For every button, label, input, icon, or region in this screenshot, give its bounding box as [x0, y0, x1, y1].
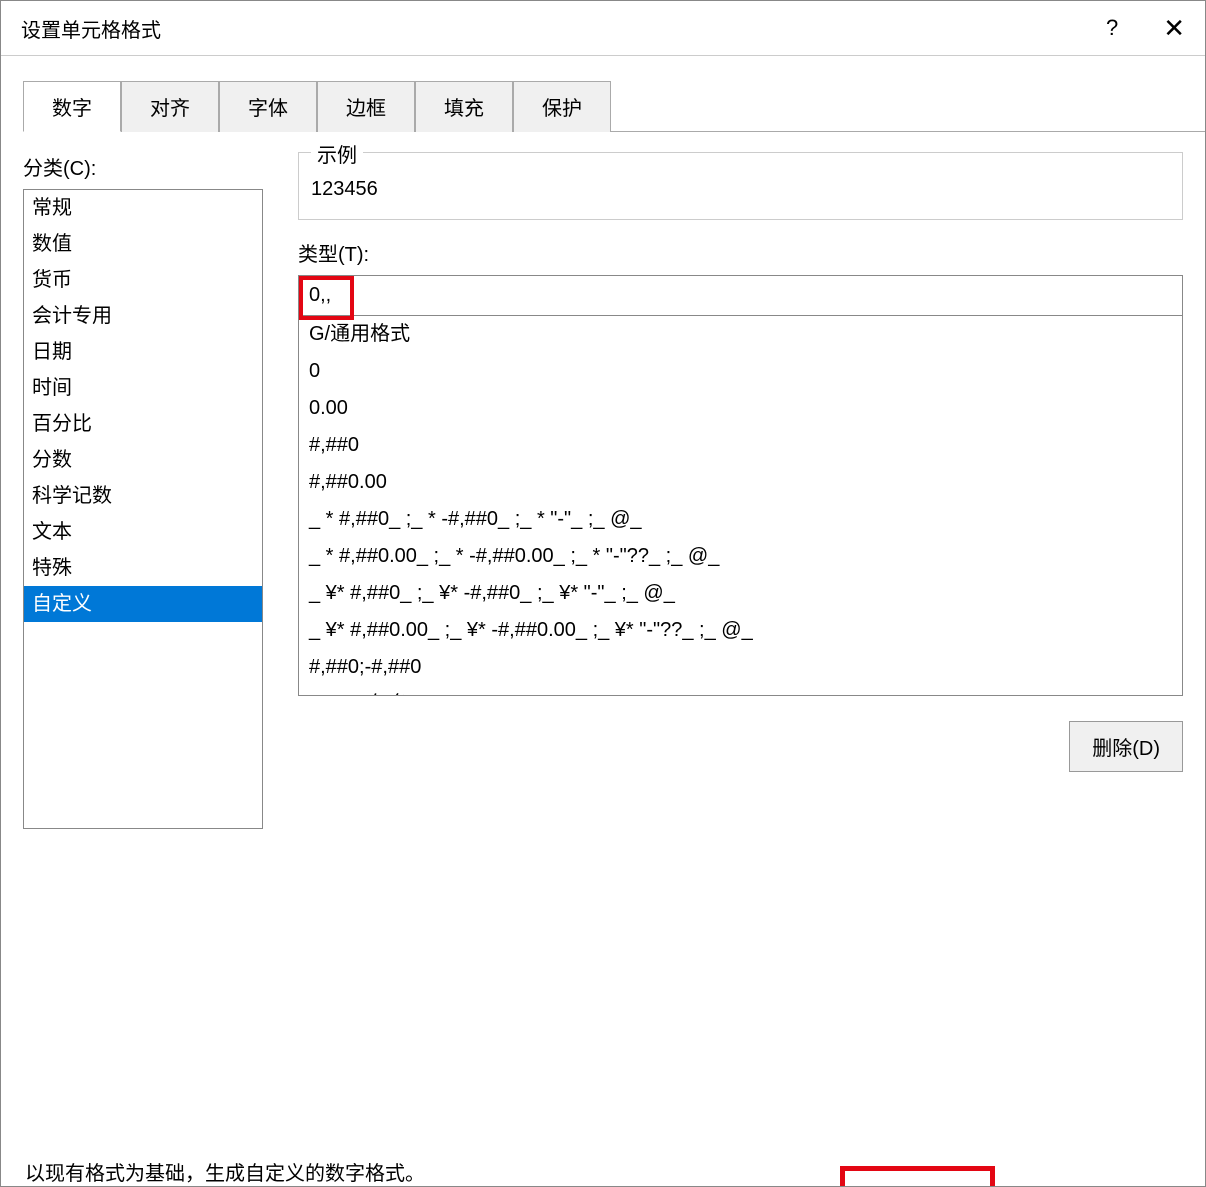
- category-item-currency[interactable]: 货币: [24, 262, 262, 298]
- format-cells-dialog: 设置单元格格式 ? ✕ 数字 对齐 字体 边框 填充 保护 分类(C): 常规 …: [0, 0, 1206, 1187]
- sample-group: 示例 123456: [298, 152, 1183, 220]
- format-item[interactable]: _ * #,##0.00_ ;_ * -#,##0.00_ ;_ * "-"??…: [299, 538, 1182, 575]
- category-item-general[interactable]: 常规: [24, 190, 262, 226]
- delete-row: 删除(D): [298, 721, 1183, 772]
- type-label: 类型(T):: [298, 238, 1183, 267]
- tab-font[interactable]: 字体: [219, 81, 317, 132]
- format-item[interactable]: #,##0;[红色]-#,##0: [299, 686, 1182, 696]
- category-item-percentage[interactable]: 百分比: [24, 406, 262, 442]
- category-item-text[interactable]: 文本: [24, 514, 262, 550]
- category-item-scientific[interactable]: 科学记数: [24, 478, 262, 514]
- format-item[interactable]: _ * #,##0_ ;_ * -#,##0_ ;_ * "-"_ ;_ @_: [299, 501, 1182, 538]
- category-panel: 分类(C): 常规 数值 货币 会计专用 日期 时间 百分比 分数 科学记数 文…: [23, 152, 263, 1117]
- sample-legend: 示例: [311, 139, 363, 168]
- right-panel: 示例 123456 类型(T): G/通用格式 0 0.00 #,##0 #,#…: [298, 152, 1183, 1117]
- delete-button[interactable]: 删除(D): [1069, 721, 1183, 772]
- close-icon[interactable]: ✕: [1163, 13, 1185, 44]
- format-item[interactable]: G/通用格式: [299, 316, 1182, 353]
- format-item[interactable]: 0: [299, 353, 1182, 390]
- tab-border[interactable]: 边框: [317, 81, 415, 132]
- format-item[interactable]: #,##0.00: [299, 464, 1182, 501]
- format-item[interactable]: 0.00: [299, 390, 1182, 427]
- titlebar: 设置单元格格式 ? ✕: [1, 1, 1205, 56]
- format-item[interactable]: _ ¥* #,##0.00_ ;_ ¥* -#,##0.00_ ;_ ¥* "-…: [299, 612, 1182, 649]
- content: 分类(C): 常规 数值 货币 会计专用 日期 时间 百分比 分数 科学记数 文…: [1, 132, 1205, 1117]
- category-item-date[interactable]: 日期: [24, 334, 262, 370]
- tabbar: 数字 对齐 字体 边框 填充 保护: [23, 81, 1205, 132]
- category-list[interactable]: 常规 数值 货币 会计专用 日期 时间 百分比 分数 科学记数 文本 特殊 自定…: [23, 189, 263, 829]
- hint-text: 以现有格式为基础，生成自定义的数字格式。: [1, 1157, 1205, 1186]
- dialog-title: 设置单元格格式: [21, 14, 161, 43]
- tab-alignment[interactable]: 对齐: [121, 81, 219, 132]
- format-list[interactable]: G/通用格式 0 0.00 #,##0 #,##0.00 _ * #,##0_ …: [298, 316, 1183, 696]
- category-item-special[interactable]: 特殊: [24, 550, 262, 586]
- title-controls: ? ✕: [1106, 13, 1185, 44]
- category-item-time[interactable]: 时间: [24, 370, 262, 406]
- tab-fill[interactable]: 填充: [415, 81, 513, 132]
- category-label: 分类(C):: [23, 152, 263, 181]
- format-item[interactable]: #,##0: [299, 427, 1182, 464]
- tab-protection[interactable]: 保护: [513, 81, 611, 132]
- category-item-number[interactable]: 数值: [24, 226, 262, 262]
- help-icon[interactable]: ?: [1106, 15, 1118, 41]
- tab-number[interactable]: 数字: [23, 81, 121, 132]
- category-item-accounting[interactable]: 会计专用: [24, 298, 262, 334]
- sample-value: 123456: [299, 153, 1182, 219]
- format-item[interactable]: _ ¥* #,##0_ ;_ ¥* -#,##0_ ;_ ¥* "-"_ ;_ …: [299, 575, 1182, 612]
- category-item-custom[interactable]: 自定义: [24, 586, 262, 622]
- type-input-wrapper: [298, 275, 1183, 316]
- type-input[interactable]: [299, 276, 1182, 315]
- format-item[interactable]: #,##0;-#,##0: [299, 649, 1182, 686]
- category-item-fraction[interactable]: 分数: [24, 442, 262, 478]
- ok-button-highlight: [840, 1166, 995, 1186]
